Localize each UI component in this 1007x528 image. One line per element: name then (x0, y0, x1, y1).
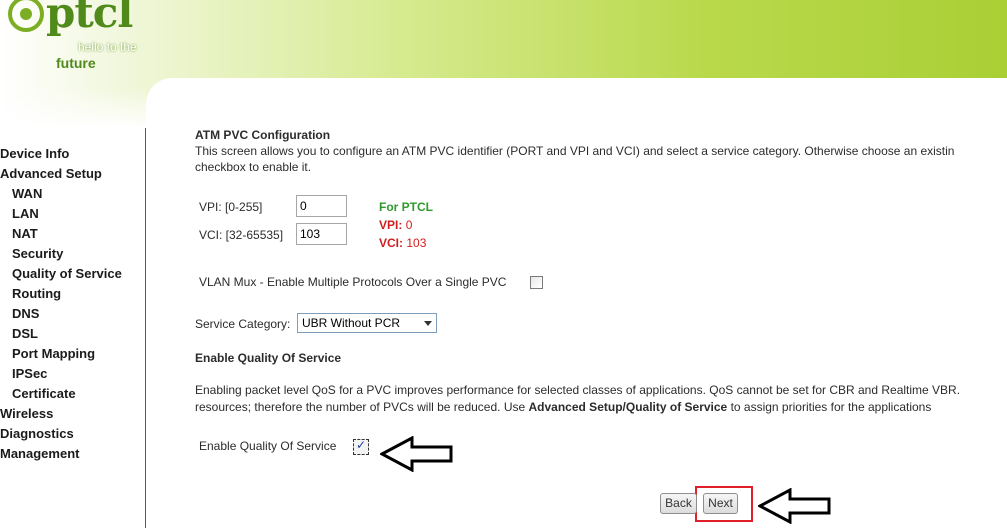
qos-description: Enabling packet level QoS for a PVC impr… (195, 383, 961, 397)
logo-tagline-future: future (56, 55, 96, 71)
service-category-label: Service Category: (195, 317, 291, 331)
main-content: ATM PVC Configuration This screen allows… (195, 128, 1007, 528)
sidebar-item-security[interactable]: Security (12, 246, 63, 261)
qos-desc-part-c: to assign priorities for the application… (727, 400, 932, 414)
sidebar-item-certificate[interactable]: Certificate (12, 386, 76, 401)
sidebar-item-diagnostics[interactable]: Diagnostics (0, 426, 74, 441)
page-description-cont: checkbox to enable it. (195, 160, 312, 174)
sidebar-item-port-mapping[interactable]: Port Mapping (12, 346, 95, 361)
vlan-mux-checkbox[interactable] (530, 276, 543, 289)
checkmark-icon: ✓ (356, 438, 367, 452)
ptcl-note-vpi: VPI: 0 (379, 218, 412, 232)
logo-tagline: hello to the (78, 40, 137, 54)
vlan-mux-label: VLAN Mux - Enable Multiple Protocols Ove… (199, 275, 507, 289)
ptcl-note-vci-key: VCI: (379, 236, 403, 250)
sidebar-item-ipsec[interactable]: IPSec (12, 366, 47, 381)
sidebar-item-advanced-setup[interactable]: Advanced Setup (0, 166, 102, 181)
enable-qos-label: Enable Quality Of Service (199, 439, 337, 453)
sidebar-item-management[interactable]: Management (0, 446, 79, 461)
ptcl-note-vpi-value: 0 (405, 218, 413, 232)
back-button[interactable]: Back (660, 493, 697, 514)
sidebar-item-wireless[interactable]: Wireless (0, 406, 53, 421)
sidebar-item-device-info[interactable]: Device Info (0, 146, 69, 161)
header-fade (0, 88, 146, 128)
qos-desc-part-a: resources; therefore the number of PVCs … (195, 400, 529, 414)
left-arrow-annotation-icon (380, 436, 453, 472)
sidebar-item-wan[interactable]: WAN (12, 186, 42, 201)
page-title: ATM PVC Configuration (195, 128, 331, 142)
header-white-panel (146, 78, 1007, 128)
sidebar-item-routing[interactable]: Routing (12, 286, 61, 301)
page-description: This screen allows you to configure an A… (195, 144, 955, 158)
ptcl-logo: ptcl hello to the future (4, 0, 144, 75)
sidebar-item-lan[interactable]: LAN (12, 206, 39, 221)
vci-input[interactable] (296, 223, 347, 245)
header-banner: ptcl hello to the future (0, 0, 1007, 128)
ptcl-note-vci-value: 103 (406, 236, 427, 250)
vpi-label: VPI: [0-255] (199, 200, 263, 214)
chevron-down-icon (424, 321, 432, 326)
ptcl-note-vci: VCI: 103 (379, 236, 426, 250)
enable-qos-checkbox[interactable]: ✓ (353, 438, 369, 455)
vpi-input[interactable] (296, 195, 347, 217)
left-arrow-annotation-icon (758, 488, 831, 524)
service-category-select[interactable]: UBR Without PCR (297, 313, 437, 333)
ptcl-note-vpi-key: VPI: (379, 218, 403, 232)
sidebar-item-quality-of-service[interactable]: Quality of Service (12, 266, 122, 281)
qos-description-cont: resources; therefore the number of PVCs … (195, 400, 931, 414)
sidebar-item-dsl[interactable]: DSL (12, 326, 38, 341)
sidebar-item-nat[interactable]: NAT (12, 226, 38, 241)
qos-desc-link-text: Advanced Setup/Quality of Service (528, 400, 728, 414)
vci-label: VCI: [32-65535] (199, 228, 284, 242)
logo-brand-text: ptcl (46, 0, 133, 37)
sidebar-nav: Device Info Advanced Setup WAN LAN NAT S… (0, 128, 146, 528)
qos-section-title: Enable Quality Of Service (195, 351, 342, 365)
ptcl-note-title: For PTCL (379, 200, 433, 214)
sidebar-item-dns[interactable]: DNS (12, 306, 39, 321)
logo-dot-icon (20, 8, 32, 20)
service-category-value: UBR Without PCR (302, 316, 401, 330)
next-button[interactable]: Next (703, 493, 738, 514)
